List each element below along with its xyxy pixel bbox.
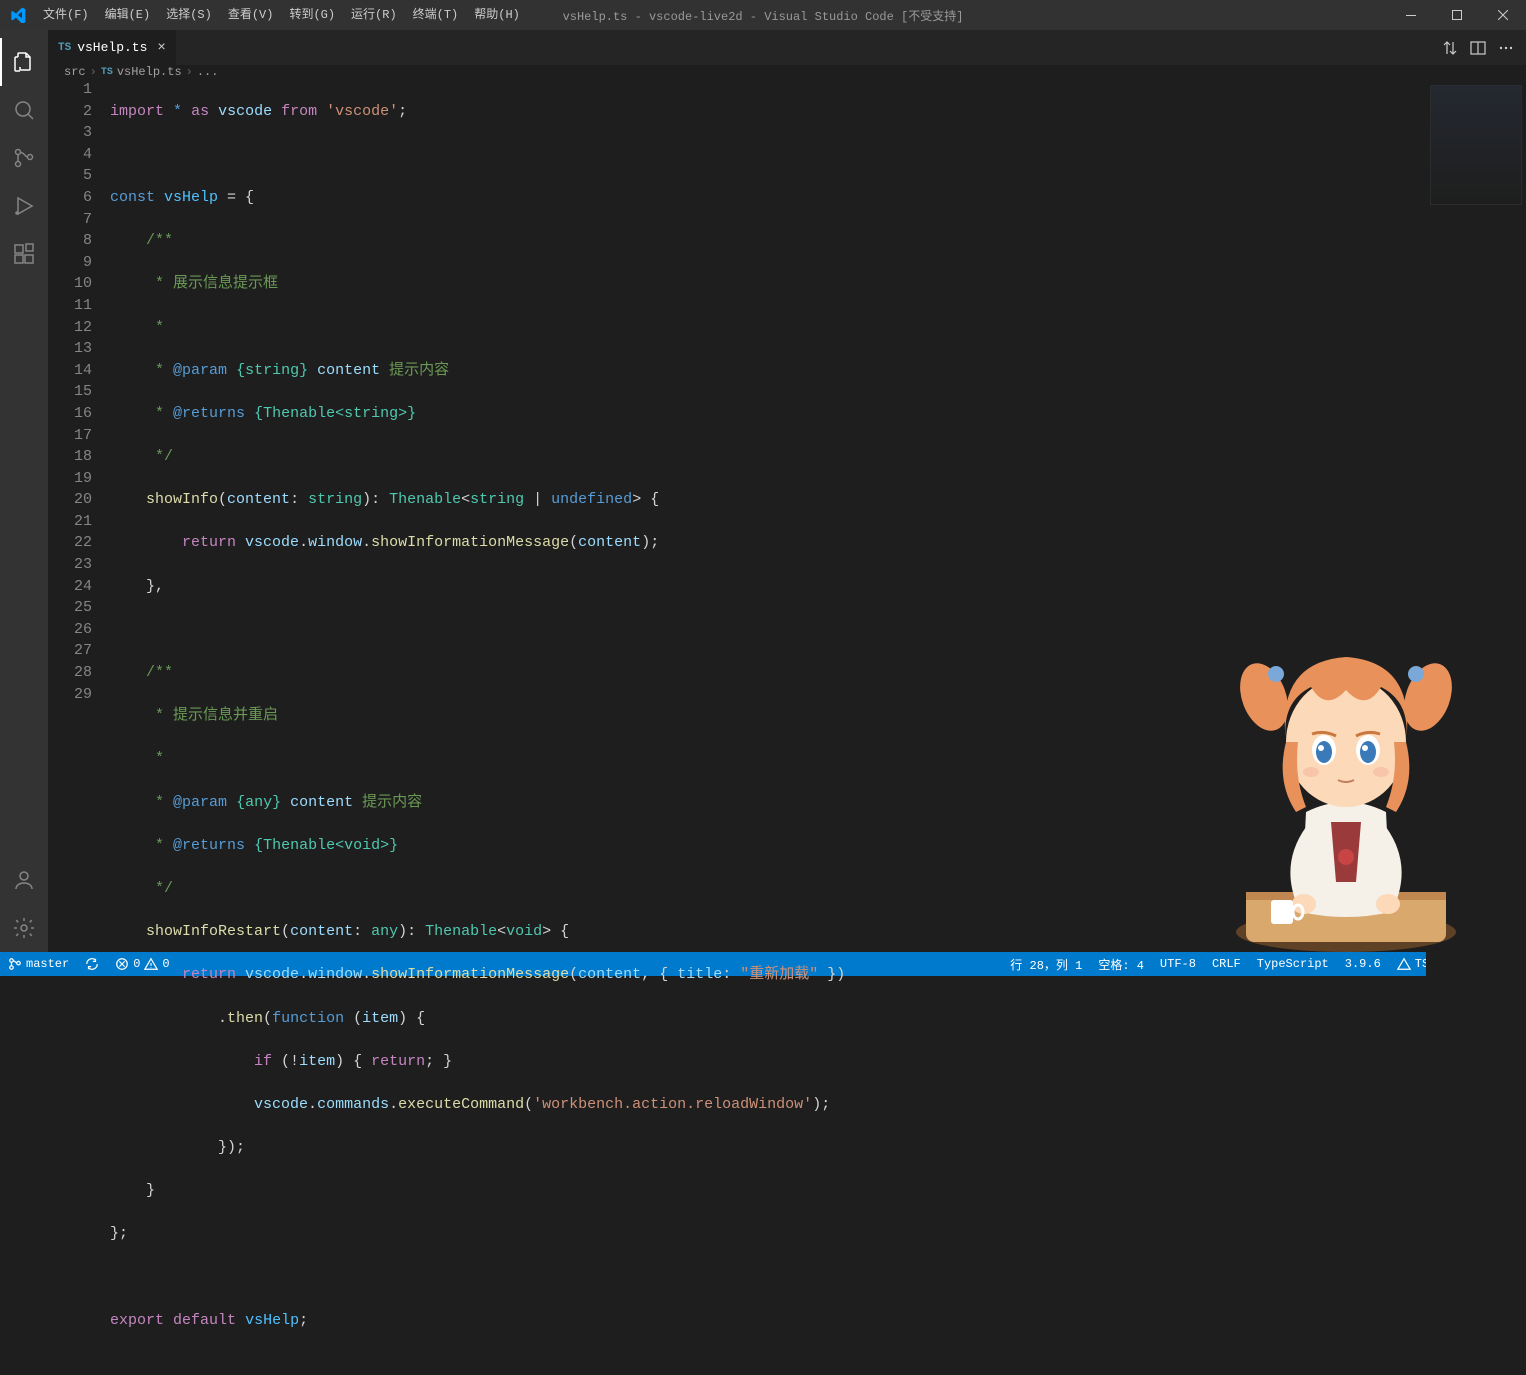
menu-bar: 文件(F) 编辑(E) 选择(S) 查看(V) 转到(G) 运行(R) 终端(T… xyxy=(35,0,528,30)
menu-file[interactable]: 文件(F) xyxy=(35,0,97,30)
breadcrumb-file[interactable]: vsHelp.ts xyxy=(117,65,182,79)
typescript-icon: TS xyxy=(58,42,71,54)
typescript-icon: TS xyxy=(101,67,113,78)
menu-view[interactable]: 查看(V) xyxy=(220,0,282,30)
settings-gear-icon[interactable] xyxy=(0,904,48,952)
accounts-icon[interactable] xyxy=(0,856,48,904)
maximize-button[interactable] xyxy=(1434,0,1480,30)
split-editor-icon[interactable] xyxy=(1470,40,1486,56)
menu-help[interactable]: 帮助(H) xyxy=(466,0,528,30)
window-controls xyxy=(1388,0,1526,30)
close-tab-icon[interactable]: × xyxy=(157,40,165,56)
tab-actions xyxy=(1442,30,1526,65)
menu-go[interactable]: 转到(G) xyxy=(281,0,343,30)
compare-changes-icon[interactable] xyxy=(1442,40,1458,56)
breadcrumbs[interactable]: src › TS vsHelp.ts › ... xyxy=(48,65,1526,79)
vscode-logo-icon xyxy=(0,7,35,23)
menu-selection[interactable]: 选择(S) xyxy=(158,0,220,30)
breadcrumb-more[interactable]: ... xyxy=(197,65,219,79)
search-icon[interactable] xyxy=(0,86,48,134)
source-control-icon[interactable] xyxy=(0,134,48,182)
minimize-button[interactable] xyxy=(1388,0,1434,30)
run-debug-icon[interactable] xyxy=(0,182,48,230)
more-actions-icon[interactable] xyxy=(1498,40,1514,56)
menu-edit[interactable]: 编辑(E) xyxy=(97,0,159,30)
tab-label: vsHelp.ts xyxy=(77,40,147,55)
close-button[interactable] xyxy=(1480,0,1526,30)
line-gutter: 1234567891011121314151617181920212223242… xyxy=(48,79,110,1375)
code-content[interactable]: import * as vscode from 'vscode'; const … xyxy=(110,79,1526,1375)
breadcrumb-folder[interactable]: src xyxy=(64,65,86,79)
activity-bar xyxy=(0,30,48,952)
titlebar: 文件(F) 编辑(E) 选择(S) 查看(V) 转到(G) 运行(R) 终端(T… xyxy=(0,0,1526,30)
code-editor[interactable]: 1234567891011121314151617181920212223242… xyxy=(48,79,1526,1375)
menu-run[interactable]: 运行(R) xyxy=(343,0,405,30)
editor-tabs: TS vsHelp.ts × xyxy=(48,30,1526,65)
minimap[interactable] xyxy=(1426,79,1526,1375)
editor-area: TS vsHelp.ts × src › TS vsHelp.ts › ... … xyxy=(48,30,1526,952)
chevron-right-icon: › xyxy=(186,65,193,79)
extensions-icon[interactable] xyxy=(0,230,48,278)
tab-vshelp[interactable]: TS vsHelp.ts × xyxy=(48,30,177,65)
menu-terminal[interactable]: 终端(T) xyxy=(405,0,467,30)
chevron-right-icon: › xyxy=(90,65,97,79)
window-title: vsHelp.ts - vscode-live2d - Visual Studi… xyxy=(563,7,964,24)
explorer-icon[interactable] xyxy=(0,38,48,86)
